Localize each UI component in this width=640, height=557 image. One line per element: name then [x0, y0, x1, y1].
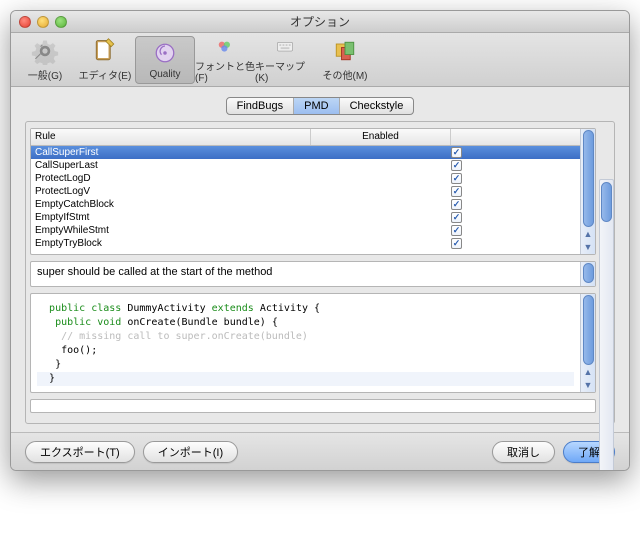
fonts-icon [211, 36, 239, 56]
options-window: オプション 一般(G) エディタ(E) Quality フォントと色(F) キー… [10, 10, 630, 471]
table-row[interactable]: EmptyWhileStmt ✓ [31, 224, 580, 237]
tab-findbugs[interactable]: FindBugs [227, 98, 294, 114]
scrollbar-thumb[interactable] [583, 263, 594, 283]
content-area: FindBugs PMD Checkstyle Rule Enabled Cal… [11, 87, 629, 432]
description-panel: super should be called at the start of t… [30, 261, 596, 287]
toolbar-label: エディタ(E) [79, 67, 132, 82]
window-title: オプション [11, 13, 629, 30]
titlebar: オプション [11, 11, 629, 33]
tab-row: FindBugs PMD Checkstyle [25, 97, 615, 115]
toolbar-keymap[interactable]: キーマップ(K) [255, 36, 315, 84]
enabled-checkbox[interactable]: ✓ [451, 225, 462, 236]
toolbar-misc[interactable]: その他(M) [315, 36, 375, 84]
scrollbar-thumb[interactable] [583, 130, 594, 227]
header-rule[interactable]: Rule [31, 129, 311, 145]
footer: エクスポート(T) インポート(I) 取消し 了解 [11, 432, 629, 470]
table-row[interactable]: EmptyCatchBlock ✓ [31, 198, 580, 211]
editor-icon [91, 37, 119, 65]
rule-name: EmptyCatchBlock [31, 199, 311, 210]
scroll-up-icon[interactable]: ▲ [582, 366, 595, 379]
quality-icon [151, 39, 179, 67]
tab-pmd[interactable]: PMD [294, 98, 339, 114]
scrollbar-thumb[interactable] [601, 182, 612, 222]
toolbar-fonts[interactable]: フォントと色(F) [195, 36, 255, 84]
table-header: Rule Enabled [31, 129, 580, 146]
import-button[interactable]: インポート(I) [143, 441, 238, 463]
enabled-checkbox[interactable]: ✓ [451, 186, 462, 197]
keymap-icon [271, 36, 299, 56]
enabled-checkbox[interactable]: ✓ [451, 147, 462, 158]
scroll-up-icon[interactable]: ▲ [582, 228, 595, 241]
toolbar-label: フォントと色(F) [195, 58, 255, 84]
rule-name: ProtectLogV [31, 186, 311, 197]
enabled-checkbox[interactable]: ✓ [451, 212, 462, 223]
rule-name: CallSuperFirst [31, 147, 311, 158]
tab-checkstyle[interactable]: Checkstyle [340, 98, 414, 114]
table-row[interactable]: CallSuperLast ✓ [31, 159, 580, 172]
table-row[interactable]: ProtectLogD ✓ [31, 172, 580, 185]
enabled-checkbox[interactable]: ✓ [451, 238, 462, 249]
toolbar-quality[interactable]: Quality [135, 36, 195, 84]
rule-name: ProtectLogD [31, 173, 311, 184]
table-row[interactable]: EmptyIfStmt ✓ [31, 211, 580, 224]
enabled-checkbox[interactable]: ✓ [451, 160, 462, 171]
code-panel: public class DummyActivity extends Activ… [30, 293, 596, 393]
rule-name: EmptyIfStmt [31, 212, 311, 223]
toolbar-label: キーマップ(K) [255, 58, 315, 84]
toolbar-general[interactable]: 一般(G) [15, 36, 75, 84]
code-example: public class DummyActivity extends Activ… [31, 294, 580, 392]
toolbar: 一般(G) エディタ(E) Quality フォントと色(F) キーマップ(K)… [11, 33, 629, 87]
enabled-checkbox[interactable]: ✓ [451, 173, 462, 184]
table-scrollbar[interactable]: ▲ ▼ [580, 129, 595, 254]
description-text: super should be called at the start of t… [31, 262, 580, 286]
scroll-down-icon[interactable]: ▼ [582, 241, 595, 254]
header-enabled[interactable]: Enabled [311, 129, 451, 145]
empty-input-panel[interactable] [30, 399, 596, 413]
code-scrollbar[interactable]: ▲ ▼ [580, 294, 595, 392]
table-row[interactable]: CallSuperFirst ✓ [31, 146, 580, 159]
export-button[interactable]: エクスポート(T) [25, 441, 135, 463]
table-body: CallSuperFirst✓CallSuperLast✓ProtectLogD… [31, 146, 580, 254]
table-row[interactable]: ProtectLogV ✓ [31, 185, 580, 198]
table-row[interactable]: EmptyTryBlock ✓ [31, 237, 580, 250]
outer-scrollbar[interactable] [599, 179, 614, 471]
tab-segment: FindBugs PMD Checkstyle [226, 97, 415, 115]
toolbar-label: その他(M) [323, 67, 368, 82]
rule-name: EmptyTryBlock [31, 238, 311, 249]
scrollbar-thumb[interactable] [583, 295, 594, 365]
scroll-down-icon[interactable]: ▼ [582, 379, 595, 392]
enabled-checkbox[interactable]: ✓ [451, 199, 462, 210]
misc-icon [331, 37, 359, 65]
toolbar-editor[interactable]: エディタ(E) [75, 36, 135, 84]
gear-icon [31, 37, 59, 65]
toolbar-label: Quality [149, 69, 180, 80]
desc-scrollbar[interactable] [580, 262, 595, 286]
rules-table-panel: Rule Enabled CallSuperFirst✓CallSuperLas… [30, 128, 596, 255]
cancel-button[interactable]: 取消し [492, 441, 555, 463]
rule-name: EmptyWhileStmt [31, 225, 311, 236]
rule-name: CallSuperLast [31, 160, 311, 171]
toolbar-label: 一般(G) [28, 67, 62, 82]
